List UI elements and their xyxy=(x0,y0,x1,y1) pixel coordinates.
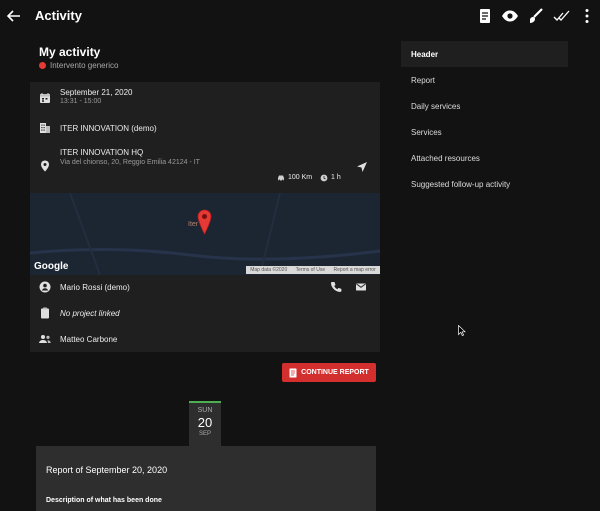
map-marker-icon[interactable] xyxy=(197,209,212,235)
map-data-text: Map data ©2020 xyxy=(250,267,288,273)
nav-item-suggested-follow-up[interactable]: Suggested follow-up activity xyxy=(401,171,568,197)
location-address: Via del chionso, 20, Reggio Emilia 42124… xyxy=(60,159,200,166)
report-date-chip[interactable]: SUN 20 SEP xyxy=(189,401,221,446)
activity-date: September 21, 2020 xyxy=(60,88,133,97)
section-nav: Header Report Daily services Services At… xyxy=(401,41,568,196)
map-report-link[interactable]: Report a map error xyxy=(334,267,376,273)
person-icon xyxy=(39,281,51,293)
report-month: SEP xyxy=(198,431,211,437)
more-vert-icon[interactable] xyxy=(578,7,596,25)
report-icon[interactable] xyxy=(476,7,494,25)
nav-item-services[interactable]: Services xyxy=(401,119,568,145)
contact-name[interactable]: Mario Rossi (demo) xyxy=(60,283,130,292)
clipboard-icon xyxy=(39,307,51,319)
report-card: Report of September 20, 2020 Description… xyxy=(36,446,376,511)
mouse-cursor-icon xyxy=(458,325,466,336)
continue-report-label: CONTINUE REPORT xyxy=(301,369,369,376)
report-weekday: SUN xyxy=(197,407,213,414)
report-icon xyxy=(289,368,297,378)
activity-heading: My activity xyxy=(39,45,101,59)
phone-icon[interactable] xyxy=(330,281,342,293)
navigate-icon[interactable] xyxy=(356,161,368,173)
group-icon xyxy=(38,333,52,345)
map-attribution: Map data ©2020 Terms of Use Report a map… xyxy=(246,266,380,274)
status-dot xyxy=(39,62,46,69)
google-logo: Google xyxy=(34,261,69,272)
car-icon xyxy=(277,174,285,182)
company-name[interactable]: ITER INNOVATION (demo) xyxy=(60,124,157,133)
distance-value: 100 Km xyxy=(288,174,313,181)
email-icon[interactable] xyxy=(355,281,367,293)
clock-icon xyxy=(320,174,328,182)
duration-value: 1 h xyxy=(331,174,341,181)
report-description-label: Description of what has been done xyxy=(46,497,162,504)
back-arrow-icon[interactable] xyxy=(4,6,24,26)
nav-item-report[interactable]: Report xyxy=(401,67,568,93)
continue-report-button[interactable]: CONTINUE REPORT xyxy=(282,363,376,382)
nav-item-header[interactable]: Header xyxy=(401,41,568,67)
eye-icon[interactable] xyxy=(501,7,519,25)
location-pin-icon xyxy=(39,160,51,172)
calendar-icon xyxy=(39,92,51,104)
nav-item-attached-resources[interactable]: Attached resources xyxy=(401,145,568,171)
double-check-icon[interactable] xyxy=(553,7,571,25)
assignee-name: Matteo Carbone xyxy=(60,335,118,344)
activity-type: Intervento generico xyxy=(39,61,119,70)
building-icon xyxy=(39,122,51,134)
report-day: 20 xyxy=(197,415,213,430)
page-title: Activity xyxy=(35,8,82,23)
project-text: No project linked xyxy=(60,309,120,318)
activity-time: 13:31 - 15:00 xyxy=(60,98,102,105)
top-app-bar: Activity xyxy=(0,0,600,32)
report-title: Report of September 20, 2020 xyxy=(46,465,168,475)
location-name: ITER INNOVATION HQ xyxy=(60,148,144,157)
nav-item-daily-services[interactable]: Daily services xyxy=(401,93,568,119)
brush-icon[interactable] xyxy=(527,7,545,25)
map-terms-link[interactable]: Terms of Use xyxy=(296,267,325,273)
activity-type-label: Intervento generico xyxy=(50,61,119,70)
